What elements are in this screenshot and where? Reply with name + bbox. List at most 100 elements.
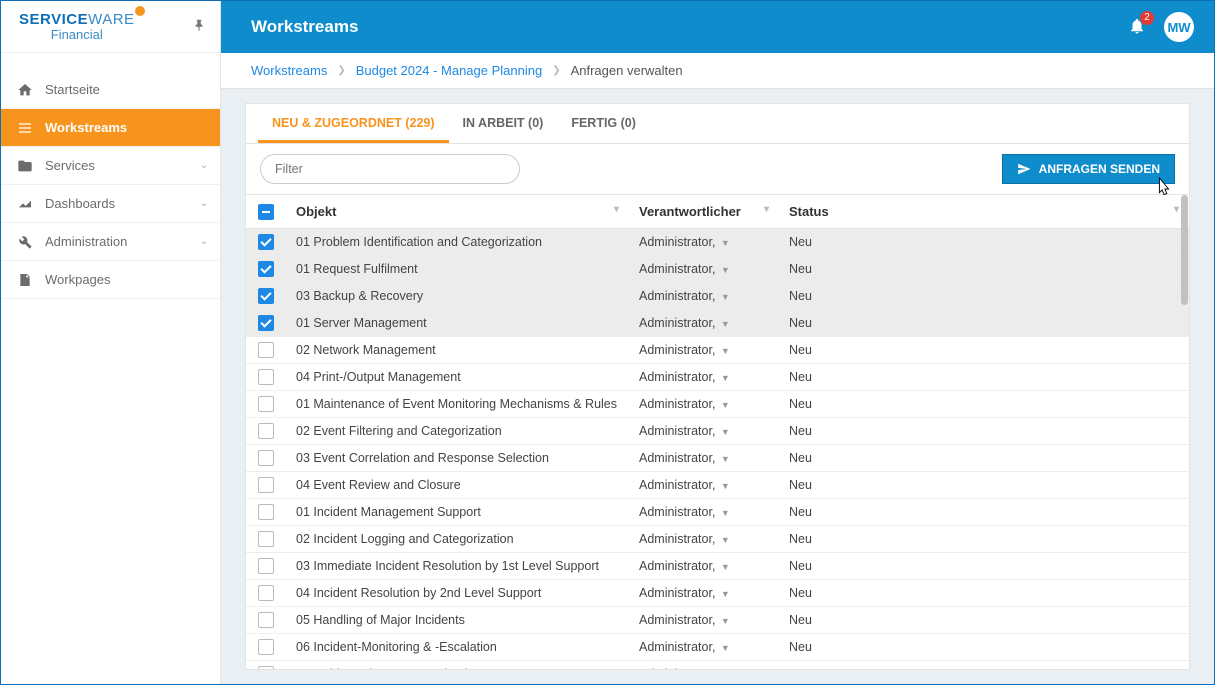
cell-status: Neu	[779, 444, 1189, 471]
topbar: Workstreams 2 MW	[221, 1, 1214, 53]
row-checkbox[interactable]	[258, 666, 274, 669]
filter-icon[interactable]: ▾	[764, 204, 769, 215]
sidebar-item-dashboards[interactable]: Dashboards⌄	[1, 185, 220, 223]
sidebar-item-services[interactable]: Services⌄	[1, 147, 220, 185]
cell-verantwortlicher[interactable]: Administrator, ▼	[629, 606, 779, 633]
row-checkbox[interactable]	[258, 450, 274, 466]
sidebar-item-startseite[interactable]: Startseite	[1, 71, 220, 109]
cell-verantwortlicher[interactable]: Administrator, ▼	[629, 471, 779, 498]
cell-verantwortlicher[interactable]: Administrator, ▼	[629, 660, 779, 669]
row-checkbox[interactable]	[258, 288, 274, 304]
send-requests-button[interactable]: ANFRAGEN SENDEN	[1002, 154, 1175, 184]
table-row[interactable]: 06 Incident-Monitoring & -EscalationAdmi…	[246, 633, 1189, 660]
sidebar-item-label: Startseite	[45, 82, 100, 97]
cell-verantwortlicher[interactable]: Administrator, ▼	[629, 417, 779, 444]
table-row[interactable]: 02 Incident Logging and CategorizationAd…	[246, 525, 1189, 552]
cell-status: Neu	[779, 255, 1189, 282]
table-row[interactable]: 05 Handling of Major IncidentsAdministra…	[246, 606, 1189, 633]
table-row[interactable]: 04 Event Review and ClosureAdministrator…	[246, 471, 1189, 498]
cell-verantwortlicher[interactable]: Administrator, ▼	[629, 363, 779, 390]
cell-status: Neu	[779, 660, 1189, 669]
sidebar-item-workstreams[interactable]: Workstreams	[1, 109, 220, 147]
sidebar-item-workpages[interactable]: Workpages	[1, 261, 220, 299]
breadcrumb-link[interactable]: Workstreams	[251, 63, 327, 78]
row-checkbox[interactable]	[258, 558, 274, 574]
cell-verantwortlicher[interactable]: Administrator, ▼	[629, 228, 779, 255]
filter-icon[interactable]: ▾	[1174, 204, 1179, 215]
cell-verantwortlicher[interactable]: Administrator, ▼	[629, 282, 779, 309]
logo-area: SERVICEWARE Financial	[1, 1, 220, 53]
cell-verantwortlicher[interactable]: Administrator, ▼	[629, 552, 779, 579]
table-row[interactable]: 01 Server ManagementAdministrator, ▼Neu	[246, 309, 1189, 336]
row-checkbox[interactable]	[258, 612, 274, 628]
cell-objekt: 04 Event Review and Closure	[286, 471, 629, 498]
cell-status: Neu	[779, 579, 1189, 606]
table-row[interactable]: 02 Event Filtering and CategorizationAdm…	[246, 417, 1189, 444]
tab[interactable]: IN ARBEIT (0)	[449, 104, 558, 143]
cell-verantwortlicher[interactable]: Administrator, ▼	[629, 336, 779, 363]
column-header-verantwortlicher[interactable]: Verantwortlicher ▾	[629, 195, 779, 228]
table-body: 01 Problem Identification and Categoriza…	[246, 228, 1189, 669]
row-checkbox[interactable]	[258, 531, 274, 547]
filter-input[interactable]	[260, 154, 520, 184]
row-checkbox[interactable]	[258, 504, 274, 520]
caret-down-icon: ▼	[721, 319, 730, 329]
scrollbar-thumb[interactable]	[1181, 195, 1188, 305]
row-checkbox[interactable]	[258, 477, 274, 493]
avatar[interactable]: MW	[1164, 12, 1194, 42]
send-icon	[1017, 162, 1031, 176]
breadcrumb-link[interactable]: Budget 2024 - Manage Planning	[356, 63, 542, 78]
cell-verantwortlicher[interactable]: Administrator, ▼	[629, 444, 779, 471]
export-icon	[17, 272, 41, 288]
table-row[interactable]: 03 Immediate Incident Resolution by 1st …	[246, 552, 1189, 579]
cell-verantwortlicher[interactable]: Administrator, ▼	[629, 498, 779, 525]
sidebar-item-administration[interactable]: Administration⌄	[1, 223, 220, 261]
cell-objekt: 02 Incident Logging and Categorization	[286, 525, 629, 552]
tab[interactable]: NEU & ZUGEORDNET (229)	[258, 104, 449, 143]
row-checkbox[interactable]	[258, 585, 274, 601]
cell-verantwortlicher[interactable]: Administrator, ▼	[629, 309, 779, 336]
row-checkbox[interactable]	[258, 234, 274, 250]
filter-icon[interactable]: ▾	[614, 204, 619, 215]
cell-verantwortlicher[interactable]: Administrator, ▼	[629, 255, 779, 282]
row-checkbox[interactable]	[258, 261, 274, 277]
cell-status: Neu	[779, 309, 1189, 336]
cell-status: Neu	[779, 336, 1189, 363]
panel: NEU & ZUGEORDNET (229)IN ARBEIT (0)FERTI…	[245, 103, 1190, 670]
cell-verantwortlicher[interactable]: Administrator, ▼	[629, 579, 779, 606]
send-button-label: ANFRAGEN SENDEN	[1039, 162, 1160, 176]
table-row[interactable]: 03 Event Correlation and Response Select…	[246, 444, 1189, 471]
table-row[interactable]: 02 Network ManagementAdministrator, ▼Neu	[246, 336, 1189, 363]
cell-objekt: 05 Handling of Major Incidents	[286, 606, 629, 633]
table-row[interactable]: 04 Incident Resolution by 2nd Level Supp…	[246, 579, 1189, 606]
row-checkbox[interactable]	[258, 342, 274, 358]
cell-verantwortlicher[interactable]: Administrator, ▼	[629, 633, 779, 660]
caret-down-icon: ▼	[721, 508, 730, 518]
chart-icon	[17, 196, 41, 212]
row-checkbox[interactable]	[258, 396, 274, 412]
table-row[interactable]: 07 Incident Closure & -EvaluationAdminis…	[246, 660, 1189, 669]
table-row[interactable]: 04 Print-/Output ManagementAdministrator…	[246, 363, 1189, 390]
sidebar-item-label: Dashboards	[45, 196, 115, 211]
wrench-icon	[17, 234, 41, 250]
table-wrap: Objekt ▾ Verantwortlicher ▾ Status ▾	[246, 194, 1189, 669]
notifications-button[interactable]: 2	[1128, 17, 1146, 38]
pin-icon[interactable]	[192, 18, 206, 35]
row-checkbox[interactable]	[258, 369, 274, 385]
column-header-status[interactable]: Status ▾	[779, 195, 1189, 228]
table-row[interactable]: 01 Request FulfilmentAdministrator, ▼Neu	[246, 255, 1189, 282]
cell-objekt: 07 Incident Closure & -Evaluation	[286, 660, 629, 669]
column-header-objekt[interactable]: Objekt ▾	[286, 195, 629, 228]
table-row[interactable]: 01 Incident Management SupportAdministra…	[246, 498, 1189, 525]
table-row[interactable]: 03 Backup & RecoveryAdministrator, ▼Neu	[246, 282, 1189, 309]
cell-objekt: 04 Print-/Output Management	[286, 363, 629, 390]
header-checkbox[interactable]	[258, 204, 274, 220]
row-checkbox[interactable]	[258, 423, 274, 439]
cell-verantwortlicher[interactable]: Administrator, ▼	[629, 390, 779, 417]
row-checkbox[interactable]	[258, 639, 274, 655]
table-row[interactable]: 01 Problem Identification and Categoriza…	[246, 228, 1189, 255]
table-row[interactable]: 01 Maintenance of Event Monitoring Mecha…	[246, 390, 1189, 417]
cell-verantwortlicher[interactable]: Administrator, ▼	[629, 525, 779, 552]
tab[interactable]: FERTIG (0)	[557, 104, 650, 143]
row-checkbox[interactable]	[258, 315, 274, 331]
